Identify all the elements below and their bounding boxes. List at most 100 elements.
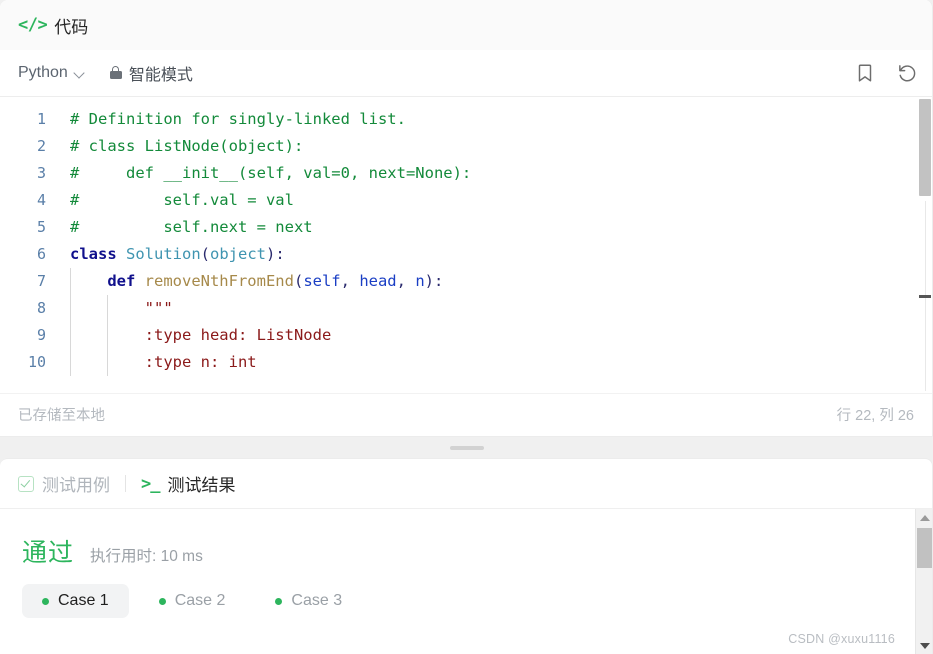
- line-content: # def __init__(self, val=0, next=None):: [56, 160, 471, 187]
- code-line: 4 # self.val = val: [0, 187, 932, 214]
- language-selector[interactable]: Python: [18, 64, 86, 82]
- code-editor-area[interactable]: 1 # Definition for singly-linked list. 2 # …: [0, 97, 932, 393]
- result-tabs: 测试用例 >_ 测试结果: [0, 459, 932, 509]
- code-token: ,: [340, 272, 360, 290]
- case-tab-1[interactable]: Case 1: [22, 584, 129, 618]
- line-number: 8: [36, 299, 46, 317]
- code-brackets-icon: </>: [18, 15, 48, 35]
- line-content: # Definition for singly-linked list.: [56, 106, 406, 133]
- splitter-drag-handle[interactable]: [449, 445, 484, 450]
- code-line: 7 def removeNthFromEnd(self, head, n):: [0, 268, 932, 295]
- code-token: # self.next = next: [70, 218, 313, 236]
- result-vertical-scrollbar[interactable]: [915, 509, 932, 654]
- code-token: """: [144, 299, 173, 317]
- line-number: 9: [36, 326, 46, 344]
- code-token: # self.val = val: [70, 191, 294, 209]
- indent-guide: [70, 295, 71, 322]
- case-status-dot: [275, 597, 283, 605]
- case-tab-3[interactable]: Case 3: [255, 584, 362, 618]
- smart-mode-label: 智能模式: [128, 67, 193, 84]
- case-tab-2[interactable]: Case 2: [139, 584, 246, 618]
- code-line: 5 # self.next = next: [0, 214, 932, 241]
- indent-guide: [70, 349, 71, 376]
- scroll-down-arrow-icon[interactable]: [916, 637, 932, 654]
- checkbox-check-icon: [18, 475, 34, 492]
- code-token: n: [415, 272, 425, 290]
- editor-scrollbar-marker: [919, 295, 931, 298]
- watermark: CSDN @xuxu1116: [788, 632, 895, 646]
- page-title-label: 代码: [54, 17, 89, 37]
- case-tabs: Case 1 Case 2 Case 3: [0, 569, 932, 618]
- case-tab-label: Case 3: [291, 592, 343, 609]
- indent-guide: [107, 349, 108, 376]
- line-content: def removeNthFromEnd(self, head, n):: [56, 268, 443, 295]
- result-panel: 测试用例 >_ 测试结果 通过 执行用时: 10 ms Case 1 Case 2…: [0, 458, 933, 654]
- indent-guide: [107, 322, 108, 349]
- code-token: (: [293, 272, 304, 290]
- result-scrollbar-thumb[interactable]: [917, 528, 932, 568]
- line-number: 10: [27, 353, 46, 371]
- tab-test-results[interactable]: >_ 测试结果: [141, 471, 235, 496]
- smart-mode-toggle[interactable]: 智能模式: [109, 61, 193, 85]
- tab-divider: [125, 475, 126, 492]
- code-line: 10 :type n: int: [0, 349, 932, 376]
- case-tab-label: Case 2: [174, 592, 226, 609]
- code-editor-app: </> 代码 Python 智能模式 1 # Definition for si…: [0, 0, 933, 654]
- editor-status-bar: 已存储至本地 行 22, 列 26: [0, 393, 932, 435]
- runtime-label: 执行用时: 10 ms: [90, 548, 203, 565]
- line-number: 2: [36, 137, 46, 155]
- panel-splitter[interactable]: [0, 437, 933, 458]
- page-title: </> 代码: [18, 13, 88, 38]
- case-tab-label: Case 1: [58, 592, 109, 609]
- line-content: # self.next = next: [56, 214, 313, 241]
- code-token: (: [200, 245, 210, 263]
- code-token: # Definition for singly-linked list.: [70, 110, 406, 128]
- language-label: Python: [18, 64, 68, 81]
- undo-reset-icon[interactable]: [896, 62, 918, 84]
- code-panel: </> 代码 Python 智能模式 1 # Definition for si…: [0, 0, 933, 437]
- editor-scrollbar-thumb[interactable]: [919, 99, 931, 196]
- code-line: 1 # Definition for singly-linked list.: [0, 106, 932, 133]
- code-line: 9 :type head: ListNode: [0, 322, 932, 349]
- bookmark-icon[interactable]: [854, 62, 876, 84]
- editor-vertical-scrollbar[interactable]: [918, 97, 932, 393]
- line-content: :type head: ListNode: [56, 322, 331, 349]
- code-token: def: [107, 272, 145, 290]
- terminal-prompt-icon: >_: [141, 473, 161, 494]
- code-token: # class ListNode(object):: [70, 137, 304, 155]
- indent-guide: [70, 322, 71, 349]
- tab-test-cases[interactable]: 测试用例: [18, 471, 110, 496]
- save-status-label: 已存储至本地: [18, 408, 105, 424]
- indent-guide: [107, 295, 108, 322]
- scroll-up-arrow-icon[interactable]: [916, 509, 932, 526]
- lock-icon: [109, 66, 122, 80]
- code-line: 3 # def __init__(self, val=0, next=None):: [0, 160, 932, 187]
- code-token: self: [303, 272, 341, 290]
- tab-test-results-label: 测试结果: [167, 476, 236, 495]
- code-token: :type head: ListNode: [144, 326, 332, 344]
- case-status-dot: [158, 597, 166, 605]
- verdict-row: 通过 执行用时: 10 ms: [0, 509, 932, 569]
- code-token: ):: [424, 272, 444, 290]
- code-lines[interactable]: 1 # Definition for singly-linked list. 2 # …: [0, 97, 932, 376]
- code-token: head: [359, 272, 397, 290]
- line-number: 7: [36, 272, 46, 290]
- line-content: # class ListNode(object):: [56, 133, 303, 160]
- indent-guide: [70, 268, 71, 295]
- case-status-dot: [42, 597, 49, 605]
- code-token: ,: [396, 272, 416, 290]
- code-line: 2 # class ListNode(object):: [0, 133, 932, 160]
- code-token: class: [70, 245, 126, 263]
- editor-toolbar: Python 智能模式: [0, 50, 932, 97]
- line-content: # self.val = val: [56, 187, 294, 214]
- line-number: 4: [36, 191, 46, 209]
- code-token: removeNthFromEnd: [144, 272, 294, 290]
- line-number: 6: [36, 245, 46, 263]
- toolbar-actions: [854, 62, 918, 84]
- line-content: :type n: int: [56, 349, 257, 376]
- code-token: Solution: [126, 245, 201, 263]
- line-number: 3: [36, 164, 46, 182]
- code-panel-header: </> 代码: [0, 0, 932, 50]
- line-number: 5: [36, 218, 46, 236]
